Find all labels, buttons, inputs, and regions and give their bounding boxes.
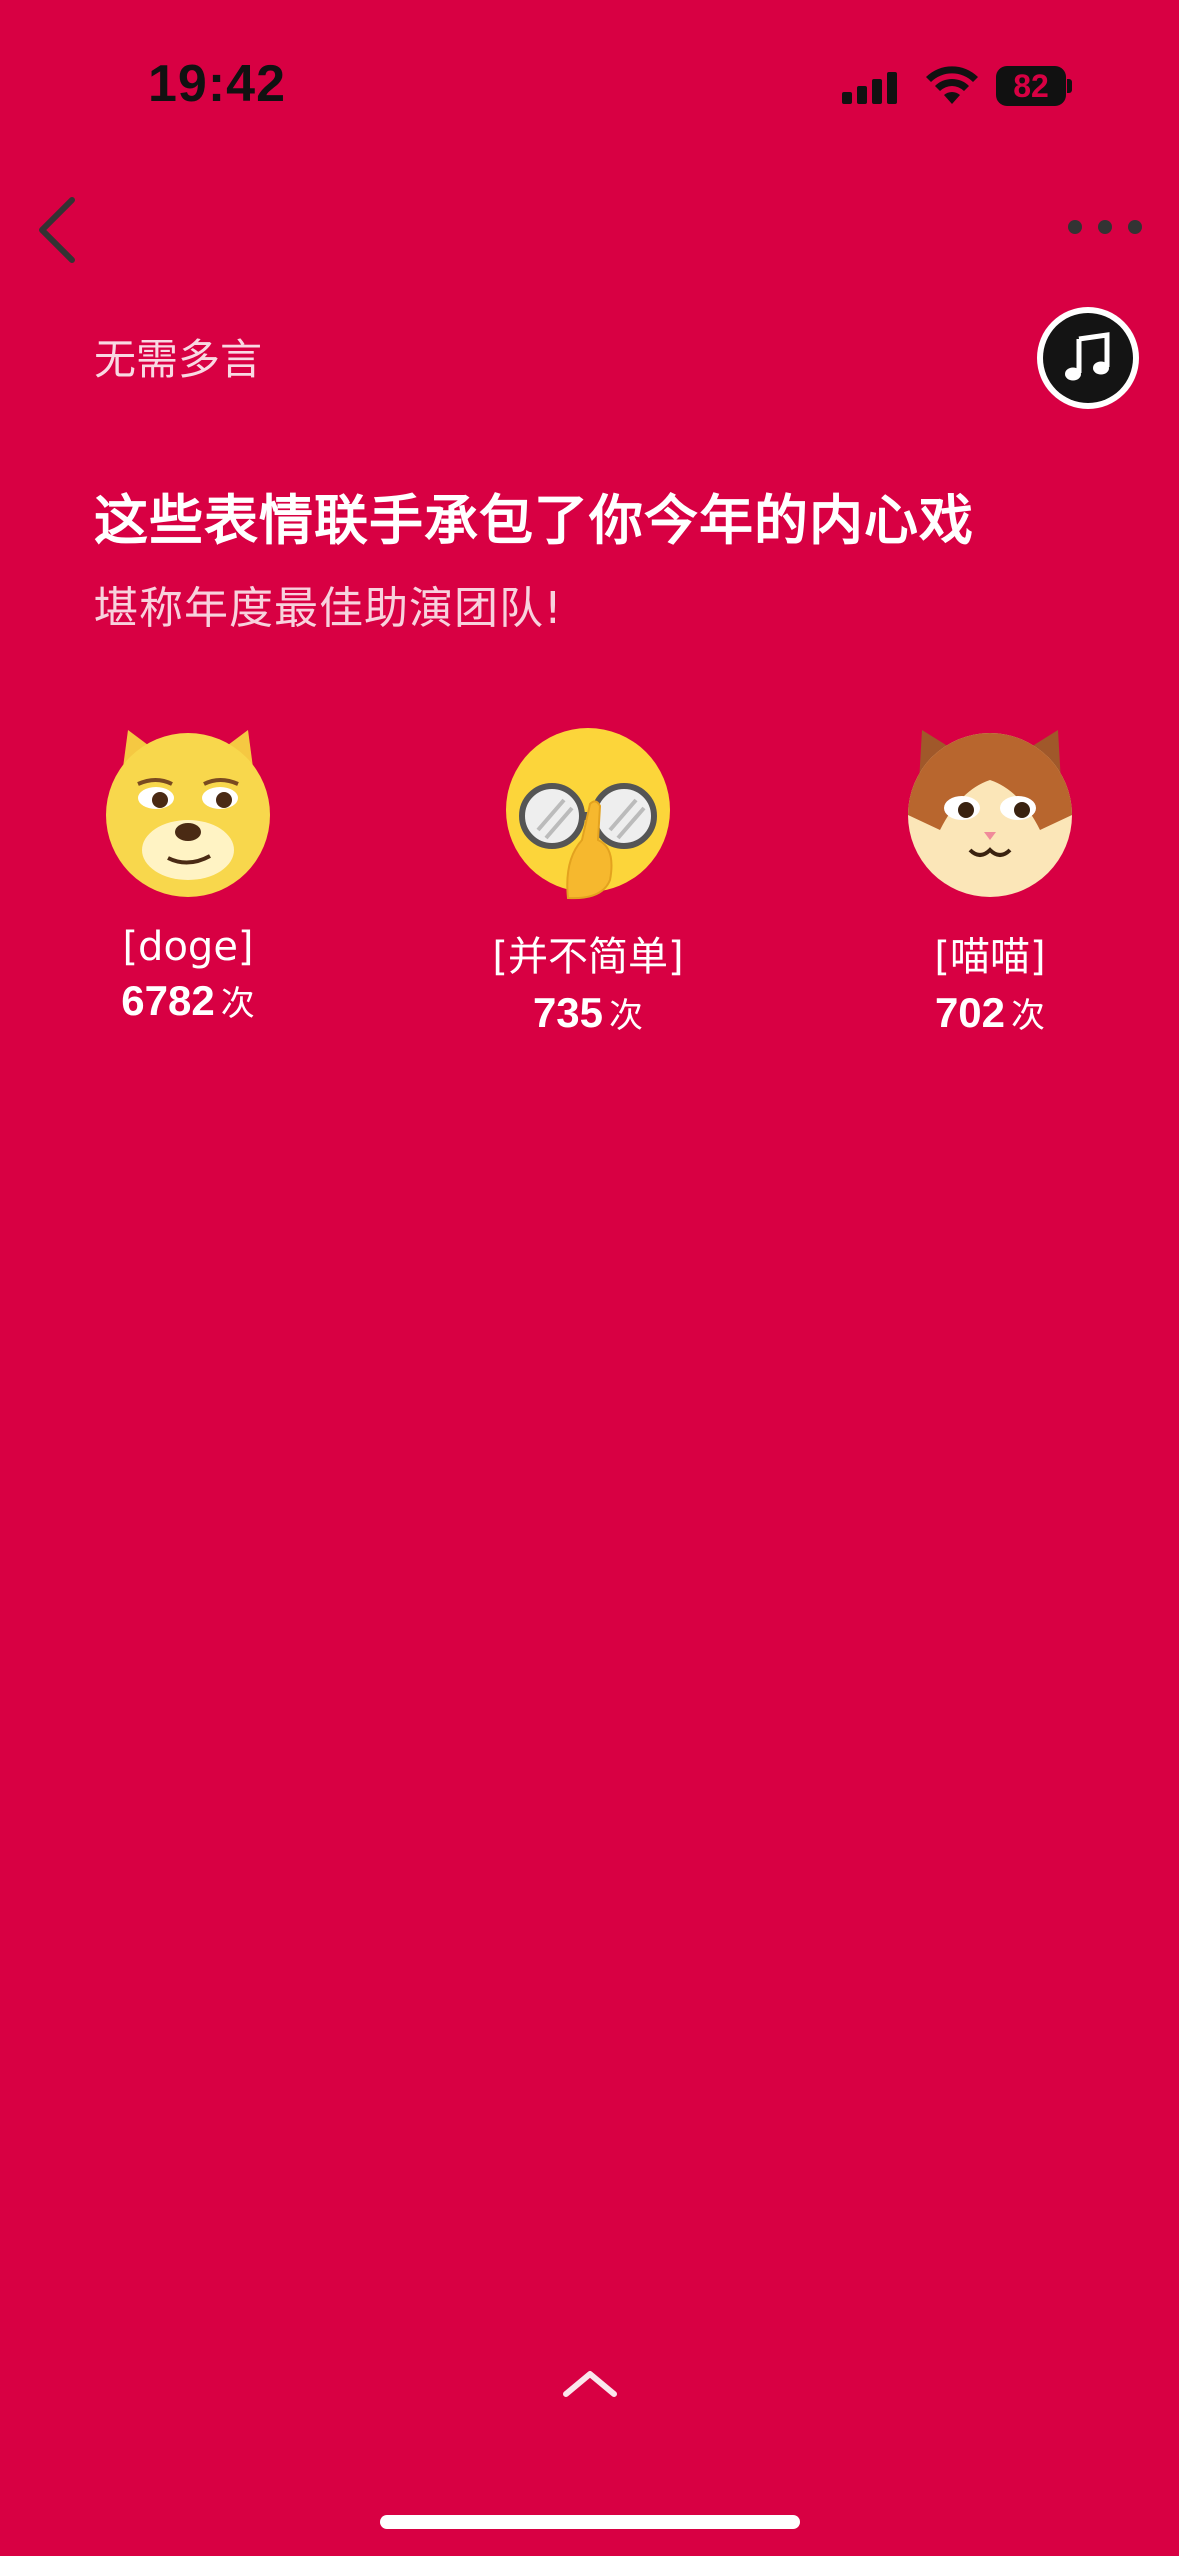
wifi-icon: [926, 66, 978, 104]
emoji-name: [喵喵]: [934, 934, 1046, 980]
emoji-count-number: 735: [532, 989, 604, 1036]
chevron-left-icon: [39, 197, 75, 263]
more-button[interactable]: [1060, 205, 1150, 249]
emoji-count: 6782 次: [38, 976, 338, 1025]
page-subline: 堪称年度最佳助演团队!: [94, 583, 563, 634]
emoji-count-number: 702: [934, 989, 1006, 1036]
emoji-count-unit: 次: [1011, 996, 1046, 1036]
emoji-count-number: 6782: [121, 977, 215, 1024]
tagline: 无需多言: [94, 335, 263, 384]
chevron-up-icon[interactable]: [560, 2366, 620, 2400]
emoji-item-miaomiao: [喵喵] 702 次: [840, 720, 1140, 1037]
emoji-count-unit: 次: [609, 996, 644, 1036]
emoji-item-bingbujiandan: [并不简单] 735 次: [438, 720, 738, 1037]
emoji-name: [doge]: [122, 924, 254, 970]
glasses-thinking-emoji: [506, 728, 670, 900]
year-review-page: 19:42 82 无需多言 这些表情联手承包了你今年的内心戏 堪称年度最佳助演团…: [0, 0, 1179, 2556]
cellular-signal-icon: [842, 72, 897, 104]
music-toggle-button[interactable]: [1037, 307, 1139, 409]
battery-icon: 82: [996, 66, 1072, 106]
emoji-item-doge: [doge] 6782 次: [38, 720, 338, 1025]
emoji-count: 735 次: [438, 988, 738, 1037]
page-headline: 这些表情联手承包了你今年的内心戏: [94, 489, 974, 552]
music-note-icon: [1065, 332, 1110, 381]
doge-dog-emoji: [106, 730, 270, 897]
emoji-count-unit: 次: [220, 984, 255, 1024]
home-indicator[interactable]: [380, 2515, 800, 2529]
emoji-count: 702 次: [840, 988, 1140, 1037]
ellipsis-icon: [1068, 220, 1142, 234]
status-time: 19:42: [148, 55, 286, 113]
battery-level: 82: [1013, 68, 1049, 104]
emoji-name: [并不简单]: [492, 934, 684, 980]
cat-emoji: [908, 730, 1072, 897]
back-button[interactable]: [30, 190, 90, 270]
